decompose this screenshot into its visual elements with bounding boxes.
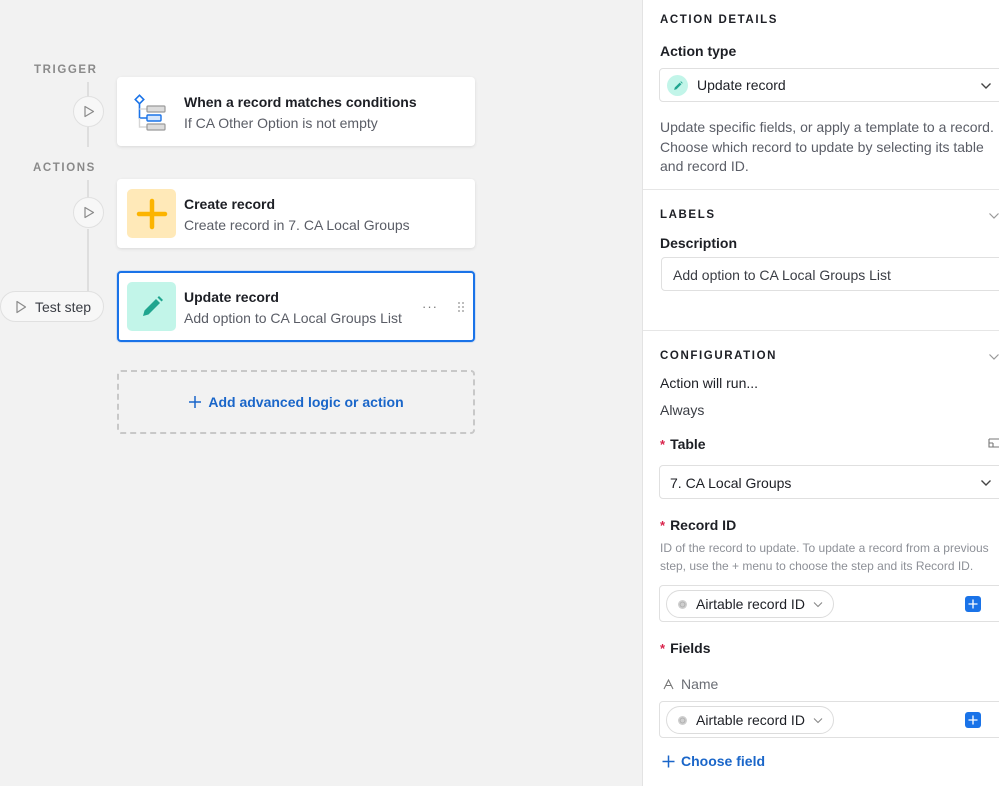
action-will-run-label: Action will run... — [660, 375, 759, 391]
required-marker: * — [660, 518, 666, 533]
connector-line — [87, 180, 89, 198]
trigger-subtitle: If CA Other Option is not empty — [184, 115, 378, 131]
field-value-token-label: Airtable record ID — [696, 712, 805, 728]
pencil-icon — [127, 282, 176, 331]
automation-canvas: TRIGGER When a record matches conditions… — [0, 0, 642, 786]
plus-icon — [189, 396, 202, 408]
record-id-label-text: Record ID — [670, 517, 737, 533]
action-card-update-record[interactable]: Update record Add option to CA Local Gro… — [117, 271, 475, 342]
chevron-down-icon[interactable] — [988, 353, 999, 361]
chevron-down-icon — [981, 83, 991, 89]
table-select[interactable]: 7. CA Local Groups — [659, 465, 999, 499]
action-type-description: Update specific fields, or apply a templ… — [660, 119, 994, 174]
description-label: Description — [660, 235, 738, 251]
trigger-title: When a record matches conditions — [184, 94, 417, 110]
chevron-down-icon — [981, 480, 991, 486]
action-details-panel: ACTION DETAILS Action type Update record… — [642, 0, 999, 786]
trigger-card[interactable]: When a record matches conditions If CA O… — [117, 77, 475, 146]
record-id-label: * Record ID — [660, 517, 736, 533]
action-type-select[interactable]: Update record — [659, 68, 999, 102]
table-label-text: Table — [670, 436, 706, 452]
add-advanced-logic-button[interactable]: Add advanced logic or action — [117, 370, 475, 434]
action-details-title: ACTION DETAILS — [660, 14, 779, 26]
required-marker: * — [660, 437, 666, 452]
chevron-down-icon — [813, 601, 823, 607]
action-subtitle: Create record in 7. CA Local Groups — [184, 217, 410, 233]
connector-line — [87, 229, 89, 291]
divider — [643, 330, 999, 331]
connector-line — [87, 127, 89, 147]
plus-icon — [968, 715, 978, 725]
field-name-label: Name — [681, 676, 719, 692]
action-card-create-record[interactable]: Create record Create record in 7. CA Loc… — [117, 179, 475, 248]
action-type-label: Action type — [660, 43, 737, 59]
more-options-icon[interactable]: ··· — [422, 299, 438, 314]
choose-field-label: Choose field — [681, 753, 766, 769]
record-id-token[interactable]: Airtable record ID — [666, 590, 834, 618]
play-icon — [83, 105, 94, 118]
action-subtitle: Add option to CA Local Groups List — [184, 310, 402, 326]
configuration-section-title: CONFIGURATION — [660, 350, 778, 362]
run-trigger-button[interactable] — [73, 96, 104, 127]
fields-label-text: Fields — [670, 640, 711, 656]
table-value: 7. CA Local Groups — [670, 475, 792, 491]
description-value: Add option to CA Local Groups List — [673, 267, 891, 283]
test-step-label: Test step — [35, 298, 92, 315]
plus-icon — [127, 189, 176, 238]
test-step-button[interactable]: Test step — [0, 291, 104, 322]
play-icon — [83, 206, 94, 219]
chevron-down-icon — [813, 717, 823, 723]
action-title: Update record — [184, 289, 279, 305]
action-type-value: Update record — [697, 77, 786, 93]
actions-section-label: ACTIONS — [33, 162, 96, 174]
pencil-icon — [667, 75, 688, 96]
fingerprint-icon — [678, 599, 687, 609]
record-id-input[interactable]: Airtable record ID — [659, 585, 999, 622]
field-name-row: Name — [663, 676, 718, 692]
insert-value-button[interactable] — [965, 712, 981, 728]
table-layout-icon[interactable] — [988, 438, 999, 448]
conditions-tree-icon — [127, 87, 176, 136]
action-title: Create record — [184, 196, 276, 212]
add-logic-label: Add advanced logic or action — [208, 394, 404, 410]
table-label: * Table — [660, 436, 706, 452]
field-name-input[interactable]: Airtable record ID — [659, 701, 999, 738]
drag-handle-icon[interactable] — [457, 301, 465, 313]
choose-field-button[interactable]: Choose field — [662, 753, 765, 769]
record-id-hint: ID of the record to update. To update a … — [660, 541, 989, 573]
field-value-token[interactable]: Airtable record ID — [666, 706, 834, 734]
run-step-button[interactable] — [73, 197, 104, 228]
text-field-icon — [663, 678, 674, 689]
plus-icon — [662, 755, 675, 767]
labels-section-title: LABELS — [660, 209, 716, 221]
required-marker: * — [660, 641, 666, 656]
play-icon — [16, 300, 27, 313]
action-will-run-value: Always — [660, 402, 705, 418]
divider — [643, 189, 999, 190]
description-input[interactable]: Add option to CA Local Groups List — [661, 257, 999, 291]
trigger-section-label: TRIGGER — [34, 64, 98, 76]
fingerprint-icon — [678, 715, 687, 725]
record-id-token-label: Airtable record ID — [696, 596, 805, 612]
plus-icon — [968, 599, 978, 609]
insert-value-button[interactable] — [965, 596, 981, 612]
fields-label: * Fields — [660, 640, 711, 656]
chevron-down-icon[interactable] — [988, 212, 999, 220]
